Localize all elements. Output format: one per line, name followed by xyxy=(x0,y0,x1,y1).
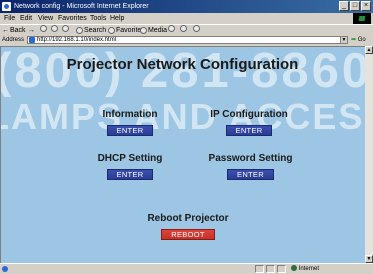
address-input[interactable]: http://192.168.1.10/index.html xyxy=(27,36,342,44)
zone-label: Internet xyxy=(298,266,320,272)
scroll-down-button[interactable]: ▼ xyxy=(365,255,373,263)
dhcp-setting-section: DHCP Setting ENTER xyxy=(80,153,180,182)
close-button[interactable]: × xyxy=(361,1,371,11)
information-enter-button[interactable]: ENTER xyxy=(106,125,154,136)
address-bar: Address http://192.168.1.10/index.html ▼… xyxy=(0,35,373,45)
maximize-button[interactable]: □ xyxy=(350,1,360,11)
status-panels xyxy=(255,265,286,273)
search-icon xyxy=(76,27,83,34)
reboot-button[interactable]: REBOOT xyxy=(161,229,215,240)
stop-icon xyxy=(40,25,47,32)
windows-logo-icon xyxy=(353,13,371,24)
menu-help[interactable]: Help xyxy=(110,13,124,24)
media-icon xyxy=(140,27,147,34)
password-setting-label: Password Setting xyxy=(208,153,293,164)
status-panel xyxy=(266,265,275,273)
globe-icon xyxy=(291,265,297,271)
ip-configuration-label: IP Configuration xyxy=(210,109,288,120)
status-bar: Internet xyxy=(0,263,373,274)
home-button[interactable] xyxy=(62,25,69,32)
address-dropdown-button[interactable]: ▼ xyxy=(340,36,348,44)
go-arrow-icon: ➡ xyxy=(351,37,357,43)
window-title: Network config - Microsoft Internet Expl… xyxy=(14,3,149,10)
page-status-icon xyxy=(2,266,8,272)
menu-bar: File Edit View Favorites Tools Help xyxy=(0,13,373,24)
history-button[interactable] xyxy=(168,25,175,32)
watermark-text: LAMPS AND ACCESSORIES xyxy=(0,96,365,137)
reboot-label: Reboot Projector xyxy=(147,213,229,224)
password-setting-section: Password Setting ENTER xyxy=(193,153,308,182)
mail-button[interactable] xyxy=(180,25,187,32)
go-button[interactable]: ➡ Go xyxy=(351,35,366,45)
print-button[interactable] xyxy=(193,25,200,32)
menu-favorites[interactable]: Favorites xyxy=(58,13,87,24)
status-panel xyxy=(277,265,286,273)
information-label: Information xyxy=(102,109,158,120)
address-label: Address xyxy=(2,37,25,43)
menu-view[interactable]: View xyxy=(38,13,53,24)
page-content: (800) 281-8860 LAMPS AND ACCESSORIES Pro… xyxy=(0,46,365,263)
page-title: Projector Network Configuration xyxy=(66,56,299,73)
history-icon xyxy=(168,25,175,32)
page-icon xyxy=(29,37,35,43)
ip-configuration-section: IP Configuration ENTER xyxy=(194,109,304,138)
chevron-up-icon: ▲ xyxy=(366,47,372,53)
vertical-scrollbar[interactable]: ▲ ▼ xyxy=(365,46,373,263)
dhcp-setting-label: DHCP Setting xyxy=(97,153,163,164)
chevron-down-icon: ▼ xyxy=(366,256,372,262)
password-setting-enter-button[interactable]: ENTER xyxy=(227,169,274,180)
favorites-icon xyxy=(108,27,115,34)
stop-button[interactable] xyxy=(40,25,47,32)
address-url: http://192.168.1.10/index.html xyxy=(37,37,117,43)
reboot-section: Reboot Projector REBOOT xyxy=(129,213,247,242)
menu-edit[interactable]: Edit xyxy=(20,13,32,24)
status-panel xyxy=(255,265,264,273)
mail-icon xyxy=(180,25,187,32)
information-section: Information ENTER xyxy=(85,109,175,138)
refresh-icon xyxy=(51,25,58,32)
home-icon xyxy=(62,25,69,32)
title-bar: Network config - Microsoft Internet Expl… xyxy=(0,0,373,13)
window-controls: _ □ × xyxy=(339,1,371,11)
dhcp-setting-enter-button[interactable]: ENTER xyxy=(106,169,154,180)
ip-configuration-enter-button[interactable]: ENTER xyxy=(225,125,273,136)
scroll-up-button[interactable]: ▲ xyxy=(365,46,373,54)
chevron-down-icon: ▼ xyxy=(341,37,347,43)
menu-tools[interactable]: Tools xyxy=(90,13,106,24)
menu-file[interactable]: File xyxy=(4,13,15,24)
ie-icon xyxy=(2,2,11,11)
print-icon xyxy=(193,25,200,32)
minimize-button[interactable]: _ xyxy=(339,1,349,11)
refresh-button[interactable] xyxy=(51,25,58,32)
